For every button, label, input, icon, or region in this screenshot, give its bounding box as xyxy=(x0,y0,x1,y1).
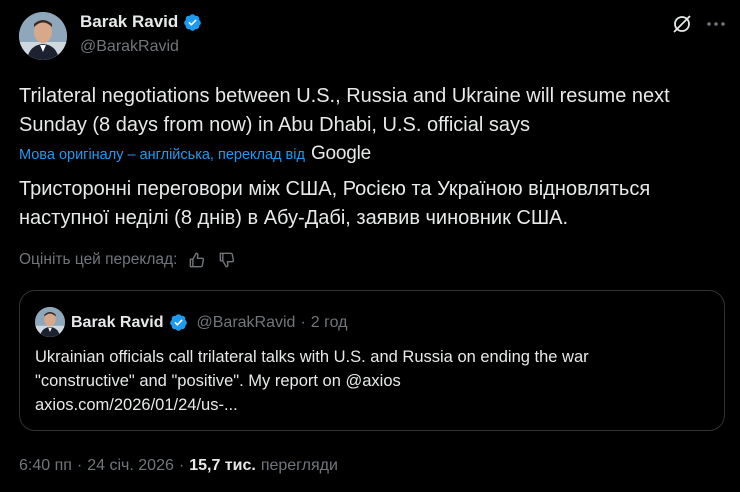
thumbs-up-icon[interactable] xyxy=(187,250,207,270)
author-handle[interactable]: @BarakRavid xyxy=(80,38,179,56)
quote-time[interactable]: 2 год xyxy=(311,314,348,332)
author-name-text[interactable]: Barak Ravid xyxy=(80,12,178,32)
quote-text-line: Ukrainian officials call trilateral talk… xyxy=(35,348,589,366)
rate-translation-label: Оцініть цей переклад: xyxy=(19,251,178,268)
quote-author-avatar[interactable] xyxy=(35,307,65,337)
rate-translation-row: Оцініть цей переклад: xyxy=(19,250,237,270)
views-label: перегляди xyxy=(260,457,338,474)
translation-note[interactable]: Мова оригіналу – англійська, переклад ві… xyxy=(19,143,371,165)
quote-text: Ukrainian officials call trilateral talk… xyxy=(35,345,705,417)
meta-separator: · xyxy=(178,457,185,474)
more-icon xyxy=(707,22,725,26)
verified-badge-icon xyxy=(169,314,187,331)
meta-separator: · xyxy=(76,457,83,474)
author-avatar[interactable] xyxy=(19,12,67,60)
verified-badge-icon xyxy=(184,13,202,31)
quote-separator: · xyxy=(300,313,306,331)
tweet-meta: 6:40 пп · 24 січ. 2026 · 15,7 тис. перег… xyxy=(19,457,338,475)
quote-author-handle[interactable]: @BarakRavid xyxy=(197,314,296,332)
views-count: 15,7 тис. xyxy=(189,457,256,474)
quote-author-name[interactable]: Barak Ravid xyxy=(71,314,164,332)
translated-text-line: наступної неділі (8 днів) в Абу-Дабі, за… xyxy=(19,207,569,229)
grok-icon xyxy=(673,15,691,33)
quote-text-line: "constructive" and "positive". My report… xyxy=(35,372,401,390)
tweet-text: Trilateral negotiations between U.S., Ru… xyxy=(19,82,719,140)
tweet-text-line: Sunday (8 days from now) in Abu Dhabi, U… xyxy=(19,114,530,136)
translation-note-text[interactable]: Мова оригіналу – англійська, переклад ві… xyxy=(19,147,305,163)
tweet-time[interactable]: 6:40 пп xyxy=(19,457,72,475)
quote-link[interactable]: axios.com/2026/01/24/us-... xyxy=(35,393,705,417)
tweet-text-line: Trilateral negotiations between U.S., Ru… xyxy=(19,85,670,107)
more-options-button[interactable] xyxy=(704,12,728,36)
grok-button[interactable] xyxy=(670,12,694,36)
author-name[interactable]: Barak Ravid xyxy=(80,12,202,32)
translated-text-line: Тристоронні переговори між США, Росією т… xyxy=(19,178,651,200)
translated-text: Тристоронні переговори між США, Росією т… xyxy=(19,175,719,233)
thumbs-down-icon[interactable] xyxy=(217,250,237,270)
google-logo: Google xyxy=(310,143,372,164)
quote-header: Barak Ravid @BarakRavid · 2 год xyxy=(71,313,348,332)
tweet-date[interactable]: 24 січ. 2026 xyxy=(87,457,174,475)
